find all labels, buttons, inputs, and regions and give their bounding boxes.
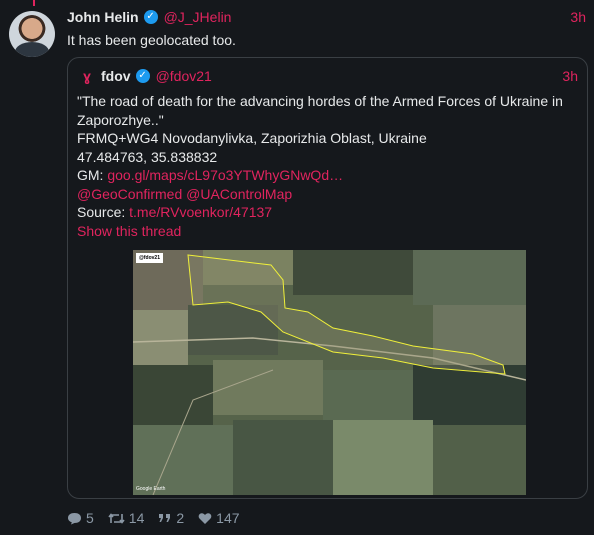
tweet-actions: 5 14 2 147 [67, 510, 254, 526]
reply-button[interactable]: 5 [67, 510, 94, 526]
quote-icon [159, 514, 171, 522]
quote-line-pluscode: FRMQ+WG4 Novodanylivka, Zaporizhia Oblas… [77, 130, 427, 146]
avatar-shirt [15, 42, 49, 57]
source-label: Source: [77, 204, 126, 220]
quote-header: fdov ✓ @fdov21 [101, 68, 212, 84]
tweet-text: It has been geolocated too. [67, 32, 236, 48]
map-attribution: Google Earth [136, 486, 166, 492]
satellite-map-image[interactable]: @fdov21 Google Earth [133, 250, 526, 495]
quote-body: "The road of death for the advancing hor… [77, 92, 582, 240]
heart-icon [198, 512, 212, 524]
quote-tweet-button[interactable]: 2 [158, 510, 184, 526]
like-count: 147 [216, 510, 240, 526]
quote-author-handle[interactable]: @fdov21 [156, 68, 212, 84]
source-link[interactable]: t.me/RVvoenkor/47137 [129, 204, 272, 220]
author-handle[interactable]: @J_JHelin [164, 9, 232, 25]
retweet-count: 14 [128, 510, 145, 526]
like-button[interactable]: 147 [198, 510, 240, 526]
quoted-tweet[interactable]: ɣ fdov ✓ @fdov21 3h "The road of death f… [67, 57, 588, 499]
satellite-map-graphic [133, 250, 526, 495]
quote-time[interactable]: 3h [562, 68, 578, 84]
show-thread-link[interactable]: Show this thread [77, 222, 582, 241]
quote-count: 2 [176, 510, 185, 526]
reply-count: 5 [86, 510, 94, 526]
tweet-time[interactable]: 3h [570, 9, 586, 25]
quote-line-coordinates: 47.484763, 35.838832 [77, 148, 218, 165]
map-watermark-tag: @fdov21 [136, 253, 163, 263]
gm-label: GM: [77, 167, 104, 183]
thread-connector-line [33, 0, 35, 6]
retweet-button[interactable]: 14 [108, 510, 145, 526]
quote-author-name[interactable]: fdov [101, 68, 131, 84]
quote-line-source: Source: t.me/RVvoenkor/47137 [77, 203, 582, 222]
retweet-icon [108, 512, 125, 524]
quote-line-title: "The road of death for the advancing hor… [77, 93, 563, 128]
avatar[interactable] [9, 11, 55, 57]
tweet-header: John Helin ✓ @J_JHelin [67, 9, 231, 25]
author-name[interactable]: John Helin [67, 9, 139, 25]
quote-line-gm: GM: goo.gl/maps/cL97o3YTWhyGNwQd… [77, 166, 582, 185]
gm-link[interactable]: goo.gl/maps/cL97o3YTWhyGNwQd… [107, 167, 343, 183]
quote-avatar-icon[interactable]: ɣ [80, 68, 94, 84]
mentions-link[interactable]: @GeoConfirmed @UAControlMap [77, 185, 582, 204]
verified-badge-icon: ✓ [135, 69, 150, 83]
verified-badge-icon: ✓ [143, 10, 158, 24]
reply-icon [68, 512, 81, 524]
